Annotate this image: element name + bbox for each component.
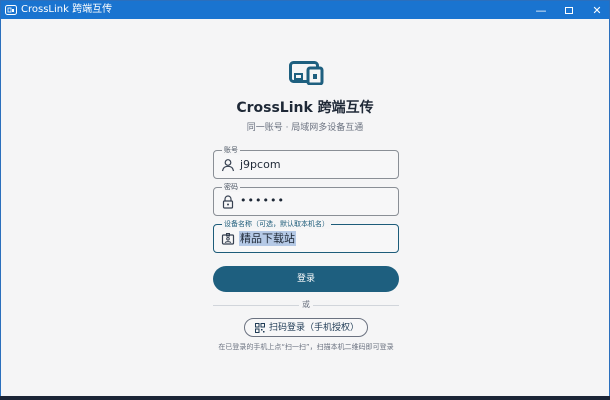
- account-input[interactable]: j9pcom: [240, 157, 281, 172]
- device-name-field[interactable]: 设备名称（可选，默认取本机名） 精品下载站: [213, 219, 399, 253]
- minimize-button[interactable]: —: [527, 1, 555, 19]
- device-name-label: 设备名称（可选，默认取本机名）: [222, 219, 331, 229]
- close-icon: ✕: [592, 3, 602, 17]
- divider-right: [313, 305, 399, 306]
- person-icon: [221, 159, 235, 172]
- login-panel: CrossLink 跨端互传 同一账号 · 局域网多设备互通 账号 j9pcom…: [1, 19, 609, 399]
- qr-login-button[interactable]: 扫码登录（手机授权）: [244, 318, 368, 337]
- maximize-icon: [565, 6, 573, 14]
- password-label: 密码: [222, 182, 240, 192]
- qr-code-icon: [255, 323, 265, 333]
- taskbar-strip: [0, 396, 610, 400]
- divider-left: [213, 305, 299, 306]
- id-badge-icon: [221, 233, 235, 245]
- minimize-icon: —: [535, 3, 547, 17]
- close-button[interactable]: ✕: [583, 1, 610, 19]
- devices-logo-icon: [289, 61, 324, 85]
- page-subtitle: 同一账号 · 局域网多设备互通: [246, 123, 364, 133]
- app-window: CrossLink 跨端互传 — ✕ CrossLink 跨端互传 同一账号 ·…: [0, 0, 610, 400]
- window-title: CrossLink 跨端互传: [21, 4, 113, 15]
- device-name-input[interactable]: 精品下载站: [239, 231, 296, 246]
- password-field[interactable]: 密码 ••••••: [213, 182, 399, 216]
- lock-icon: [222, 195, 234, 209]
- qr-login-hint: 在已登录的手机上点“扫一扫”，扫描本机二维码即可登录: [218, 343, 394, 351]
- account-label: 账号: [222, 145, 240, 155]
- page-title: CrossLink 跨端互传: [236, 100, 374, 116]
- app-logo-icon: [5, 5, 17, 15]
- login-button[interactable]: 登录: [213, 266, 399, 292]
- or-separator: 或: [302, 300, 310, 309]
- title-bar: CrossLink 跨端互传 — ✕: [1, 1, 609, 19]
- password-input[interactable]: ••••••: [240, 193, 285, 208]
- maximize-button[interactable]: [555, 1, 583, 19]
- account-field[interactable]: 账号 j9pcom: [213, 145, 399, 179]
- qr-login-label: 扫码登录（手机授权）: [269, 323, 360, 333]
